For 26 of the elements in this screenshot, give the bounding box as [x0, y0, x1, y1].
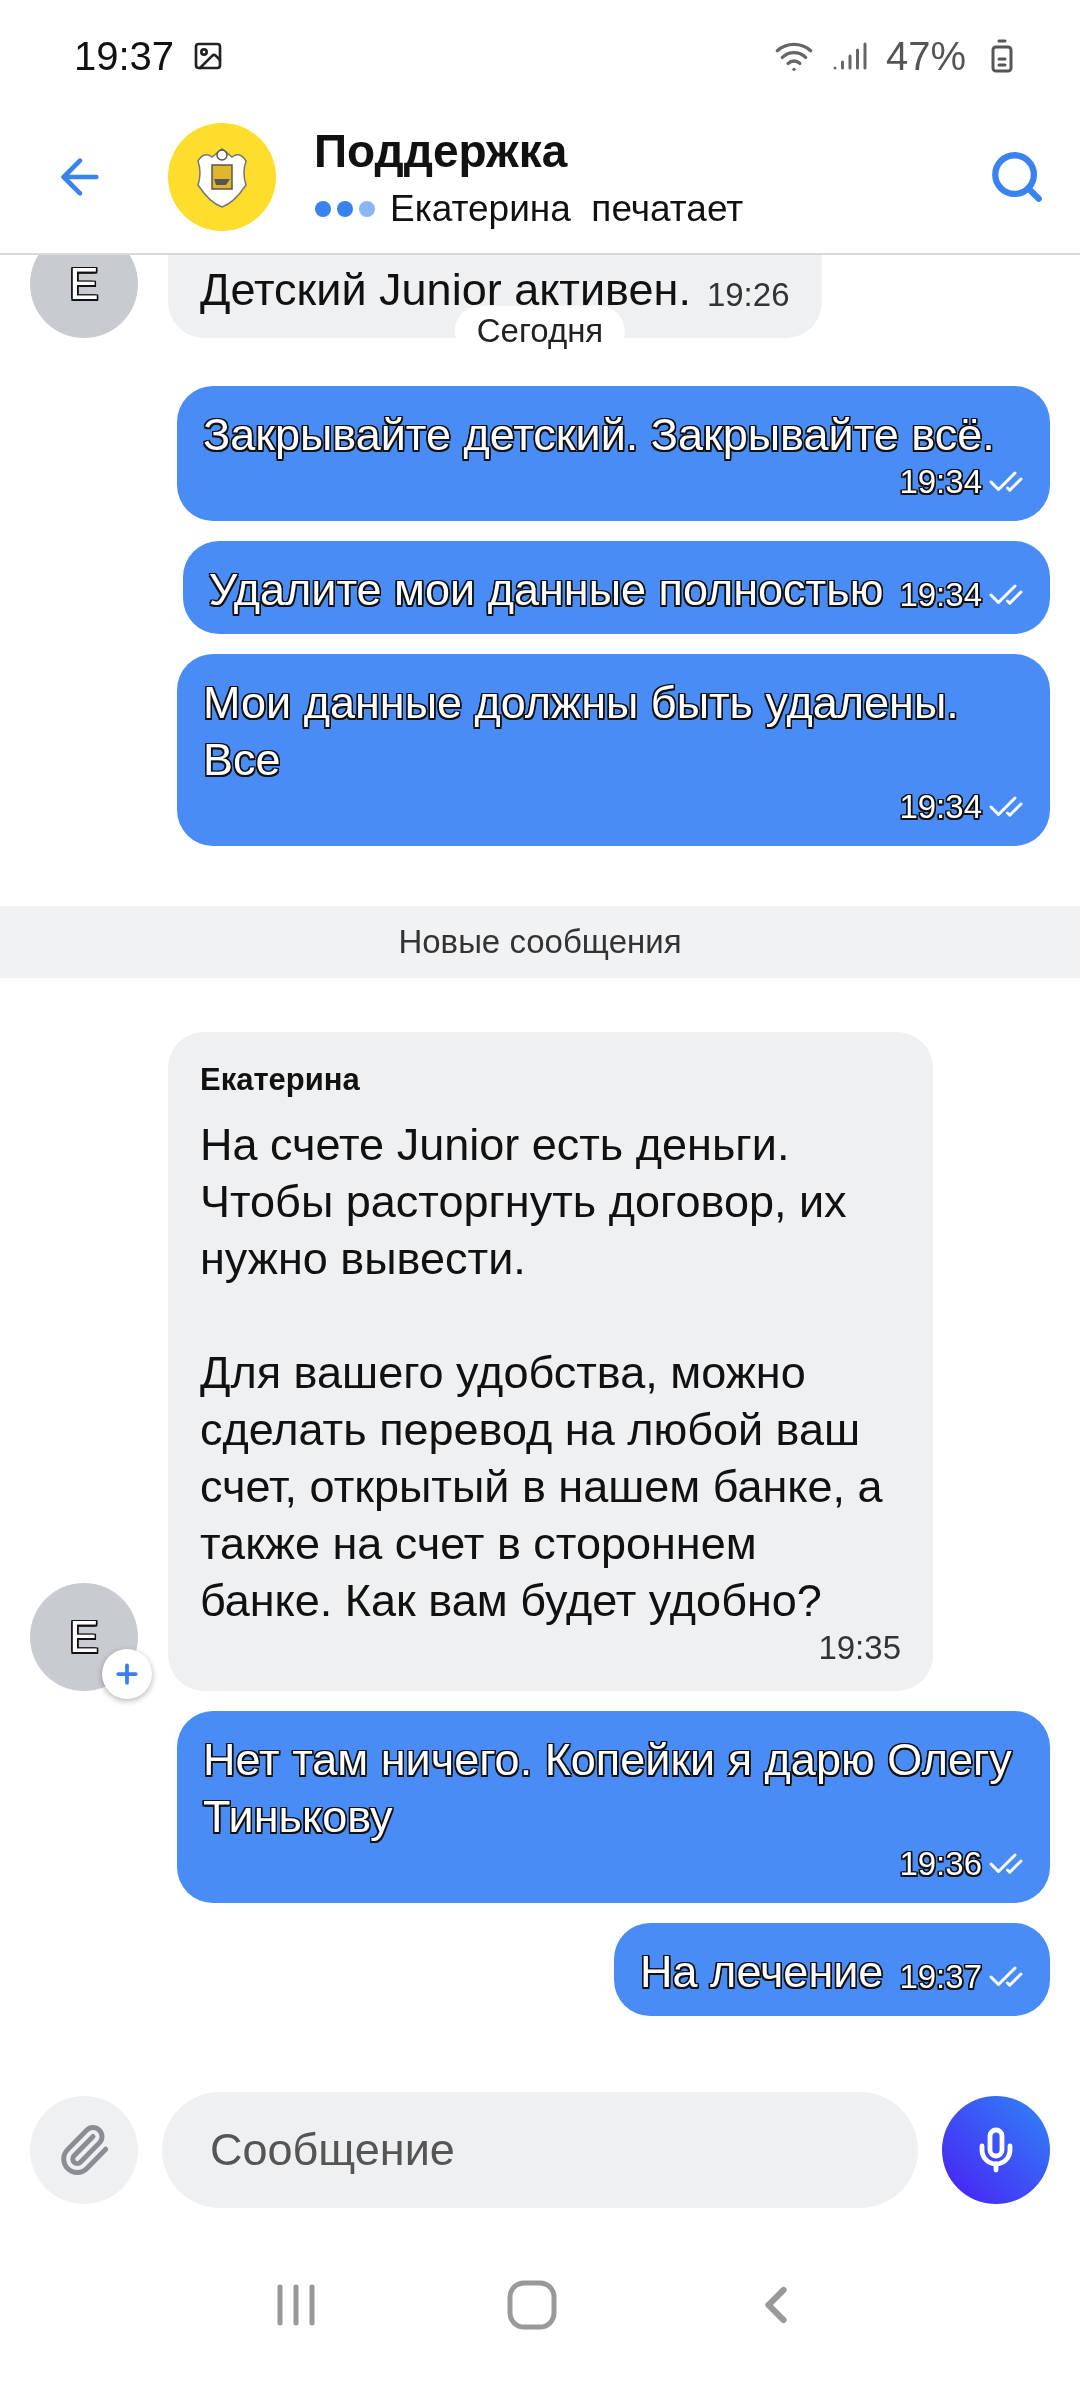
- message-text: На счете Junior есть деньги. Чтобы расторгнуть договор, их нужно вывести.: [200, 1118, 848, 1286]
- message-time: 19:26: [706, 276, 790, 314]
- divider-label: Новые сообщения: [398, 923, 682, 961]
- message-text: На лечение: [640, 1945, 884, 1999]
- sender-name: Екатерина: [200, 1062, 361, 1098]
- message-time: 19:35: [818, 1629, 901, 1667]
- battery-percent: 47%: [885, 33, 966, 79]
- clock-time: 19:37: [74, 33, 175, 79]
- logo-icon: [168, 122, 276, 231]
- message-time: 19:36: [899, 1845, 982, 1883]
- message-text: Удалите мои данные полностью: [208, 563, 884, 617]
- message-text: Для вашего удобства, можно сделать перевод на любой ваш счет, открытый в нашем банке, а также на счет в стороннем банке. Как вам будет удобно?: [200, 1346, 884, 1628]
- plus-icon[interactable]: [102, 1649, 152, 1699]
- home-icon[interactable]: [507, 2280, 557, 2330]
- message-time: 19:34: [899, 463, 982, 501]
- chat-title: Поддержка: [314, 123, 569, 178]
- typing-dots-icon: [314, 199, 376, 218]
- message-text: Закрывайте детский. Закрывайте всё.: [203, 408, 995, 462]
- message-time: 19:34: [899, 576, 982, 614]
- message-text: Нет там ничего. Копейки я дарю Олегу Тинькову: [203, 1733, 1013, 1844]
- message-time: 19:34: [899, 788, 982, 826]
- message-input[interactable]: Сообщение: [162, 2092, 918, 2208]
- avatar-letter: Е: [30, 255, 138, 338]
- message-time: 19:37: [899, 1958, 982, 1996]
- message-text: Мои данные должны быть удалены. Все: [203, 676, 960, 787]
- typing-status: Екатерина печатает: [390, 187, 744, 230]
